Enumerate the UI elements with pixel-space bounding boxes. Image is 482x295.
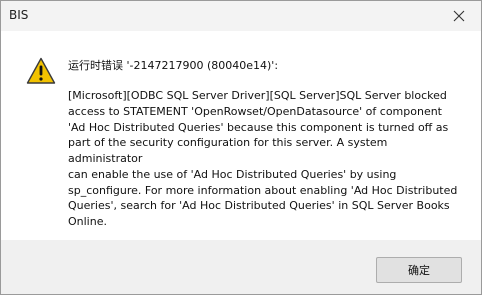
dialog-footer: 确定 [1,240,481,294]
close-button[interactable] [437,1,481,31]
window-title: BIS [9,8,29,22]
error-header: 运行时错误 '-2147217900 (80040e14)': [68,59,279,72]
error-message: [Microsoft][ODBC SQL Server Driver][SQL … [68,89,458,228]
dialog-content: 运行时错误 '-2147217900 (80040e14)': [Microso… [1,31,481,240]
error-dialog-window: BIS 运行时错误 '-2147217900 (80040e14)': [Mic… [0,0,482,295]
warning-icon [26,57,56,85]
close-icon [453,7,465,26]
title-bar: BIS [1,1,481,31]
ok-button[interactable]: 确定 [376,257,462,283]
